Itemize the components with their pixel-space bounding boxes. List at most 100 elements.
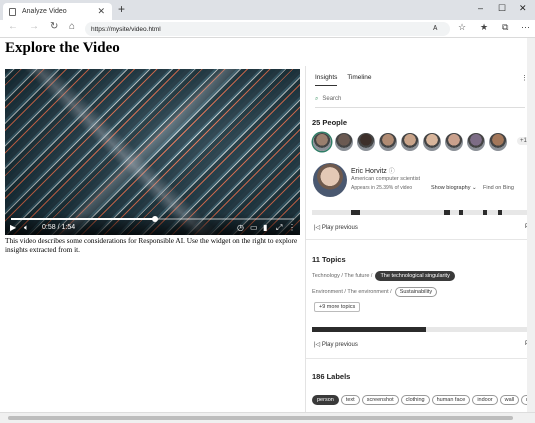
tab-insights[interactable]: Insights: [315, 74, 338, 86]
person-name: Eric Horvitz ⓘ: [351, 166, 395, 175]
timeline-segment[interactable]: [498, 210, 502, 215]
horizontal-scrollbar[interactable]: [0, 412, 535, 423]
tab-timeline[interactable]: Timeline: [347, 74, 371, 81]
topics-play-previous[interactable]: |◁ Play previous: [314, 341, 358, 348]
tab-title: Analyze Video: [22, 8, 67, 15]
topic-row: Technology / The future / The technologi…: [312, 271, 455, 281]
page-title: Explore the Video: [5, 40, 120, 56]
browser-titlebar: Analyze Video ✕ + – ☐ ✕: [0, 0, 535, 20]
label-chip[interactable]: indoor: [472, 395, 498, 405]
insights-search[interactable]: ⌕ Search: [315, 96, 525, 108]
person-avatar[interactable]: [401, 133, 419, 151]
insights-tabs: Insights Timeline: [315, 74, 380, 88]
info-icon[interactable]: ⓘ: [389, 169, 395, 175]
label-chip[interactable]: screenshot: [361, 395, 399, 405]
person-avatar[interactable]: [335, 133, 353, 151]
topic-chip[interactable]: The technological singularity: [375, 271, 455, 281]
label-chip[interactable]: wall: [499, 395, 520, 405]
address-bar[interactable]: https://mysite/video.html: [85, 22, 450, 36]
favorites-bar-icon[interactable]: ★: [480, 22, 488, 33]
window-close-icon[interactable]: ✕: [519, 3, 527, 14]
video-frame: [5, 69, 300, 235]
timeline-segment[interactable]: [459, 210, 463, 215]
page-content: Explore the Video ▶ 🔈︎ 0:58 / 1:54 ◷ ▭ ▮…: [0, 38, 527, 412]
person-avatar[interactable]: [379, 133, 397, 151]
seek-bar-handle[interactable]: [152, 216, 158, 222]
label-chip[interactable]: person: [312, 395, 339, 405]
read-aloud-icon[interactable]: ᴀ: [433, 22, 437, 32]
search-icon: ⌕: [315, 96, 319, 102]
topic-path: Technology / The future /: [312, 273, 373, 279]
person-avatar[interactable]: [445, 133, 463, 151]
show-biography-link[interactable]: Show biography ⌄: [431, 185, 477, 191]
video-player[interactable]: ▶ 🔈︎ 0:58 / 1:54 ◷ ▭ ▮ ⤢ ⋮: [5, 69, 300, 235]
minimize-icon[interactable]: –: [478, 3, 483, 13]
time-separator: /: [57, 224, 60, 231]
people-timeline[interactable]: [312, 210, 527, 215]
labels-list: person text screenshot clothing human face in…: [312, 388, 527, 406]
selected-person-avatar: [313, 163, 347, 197]
more-topics-button[interactable]: +9 more topics: [314, 302, 361, 312]
label-chip[interactable]: text: [340, 395, 360, 405]
person-avatar[interactable]: [313, 133, 331, 151]
new-tab-button[interactable]: +: [118, 2, 125, 16]
divider: [306, 239, 527, 240]
search-placeholder: Search: [322, 96, 342, 102]
seek-bar-fill: [11, 218, 155, 220]
person-avatar[interactable]: [423, 133, 441, 151]
fullscreen-icon[interactable]: ⤢: [276, 223, 282, 233]
maximize-icon[interactable]: ☐: [498, 3, 506, 14]
play-icon[interactable]: ▶: [10, 223, 16, 232]
more-people-badge[interactable]: +16: [517, 137, 527, 145]
home-icon[interactable]: ⌂: [69, 21, 75, 32]
close-tab-icon[interactable]: ✕: [97, 6, 105, 17]
topics-timeline-fill: [312, 327, 426, 332]
timeline-segment[interactable]: [483, 210, 487, 215]
insights-panel: Insights Timeline ⋮ ⌕ Search 25 People +1…: [305, 66, 527, 412]
more-options-icon[interactable]: ⋮: [288, 223, 296, 232]
settings-menu-icon[interactable]: ⋯: [521, 22, 530, 33]
person-name-text: Eric Horvitz: [351, 168, 387, 175]
page-icon: [9, 7, 16, 16]
video-description: This video describes some considerations…: [5, 236, 298, 254]
browser-toolbar: ← → ↻ ⌂ https://mysite/video.html ᴀ ☆ ★ …: [0, 20, 535, 38]
favorite-icon[interactable]: ☆: [458, 22, 466, 33]
topic-chip[interactable]: Sustainability: [394, 287, 438, 297]
quality-icon[interactable]: ▮: [263, 223, 267, 232]
duration: 1:54: [61, 224, 76, 231]
scrollbar-thumb[interactable]: [8, 416, 513, 420]
topic-row: Environment / The environment / Sustaina…: [312, 287, 438, 297]
timeline-segment[interactable]: [444, 210, 450, 215]
topic-path: Environment / The environment /: [312, 289, 392, 295]
vertical-scrollbar[interactable]: [527, 38, 535, 412]
collections-icon[interactable]: ⧉: [502, 22, 508, 33]
refresh-icon[interactable]: ↻: [50, 21, 58, 32]
person-avatar[interactable]: [357, 133, 375, 151]
address-text: https://mysite/video.html: [91, 25, 161, 33]
person-avatar[interactable]: [467, 133, 485, 151]
person-appearance: Appears in 25.39% of video: [351, 185, 413, 191]
timeline-segment[interactable]: [351, 210, 360, 215]
people-heading: 25 People: [312, 118, 348, 127]
divider: [306, 358, 527, 359]
forward-icon[interactable]: →: [29, 21, 39, 32]
labels-heading: 186 Labels: [312, 372, 351, 381]
browser-tab[interactable]: Analyze Video ✕: [3, 3, 112, 20]
people-avatars: [313, 133, 527, 155]
time-display: 0:58 / 1:54: [42, 224, 75, 231]
person-avatar[interactable]: [489, 133, 507, 151]
volume-icon[interactable]: 🔈︎: [24, 223, 29, 233]
find-on-bing-link[interactable]: Find on Bing: [483, 185, 514, 191]
back-icon[interactable]: ←: [8, 21, 18, 32]
seek-bar[interactable]: [11, 216, 294, 222]
video-controls: ▶ 🔈︎ 0:58 / 1:54 ◷ ▭ ▮ ⤢ ⋮: [5, 213, 300, 235]
label-chip[interactable]: clothing: [400, 395, 430, 405]
captions-icon[interactable]: ▭: [250, 223, 258, 232]
topics-heading: 11 Topics: [312, 255, 346, 264]
person-title: American computer scientist: [351, 176, 421, 182]
current-time: 0:58: [42, 224, 56, 231]
label-chip[interactable]: human face: [431, 395, 471, 405]
topics-timeline[interactable]: [312, 327, 527, 332]
people-play-previous[interactable]: |◁ Play previous: [314, 224, 358, 231]
speed-icon[interactable]: ◷: [237, 223, 244, 232]
